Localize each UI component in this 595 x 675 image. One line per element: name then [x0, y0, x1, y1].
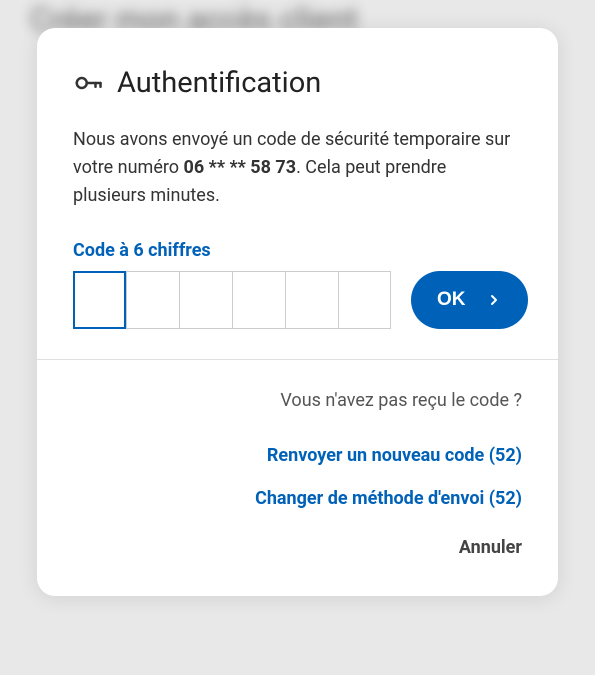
masked-phone-number: 06 ** ** 58 73 [184, 157, 297, 178]
change-method-link[interactable]: Changer de méthode d'envoi (52) [73, 488, 522, 509]
modal-title: Authentification [117, 66, 321, 100]
code-digit-3[interactable] [179, 271, 232, 329]
code-digit-4[interactable] [232, 271, 285, 329]
not-received-prompt: Vous n'avez pas reçu le code ? [73, 390, 522, 411]
code-digit-5[interactable] [285, 271, 338, 329]
modal-description: Nous avons envoyé un code de sécurité te… [73, 126, 522, 210]
code-digit-6[interactable] [338, 271, 391, 329]
key-icon [73, 68, 103, 98]
code-digit-1[interactable] [73, 271, 126, 329]
cancel-link[interactable]: Annuler [73, 537, 522, 558]
ok-button-label: OK [437, 289, 466, 311]
submit-code-button[interactable]: OK [411, 271, 528, 329]
modal-lower-section: Vous n'avez pas reçu le code ? Renvoyer … [37, 359, 558, 596]
code-inputs-group [73, 271, 391, 329]
resend-code-link[interactable]: Renvoyer un nouveau code (52) [73, 445, 522, 466]
modal-title-row: Authentification [73, 66, 522, 100]
modal-upper-section: Authentification Nous avons envoyé un co… [37, 28, 558, 359]
chevron-right-icon [486, 292, 502, 308]
authentication-modal: Authentification Nous avons envoyé un co… [37, 28, 558, 596]
code-entry-row: OK [73, 271, 522, 329]
code-input-label: Code à 6 chiffres [73, 240, 522, 261]
code-digit-2[interactable] [126, 271, 179, 329]
